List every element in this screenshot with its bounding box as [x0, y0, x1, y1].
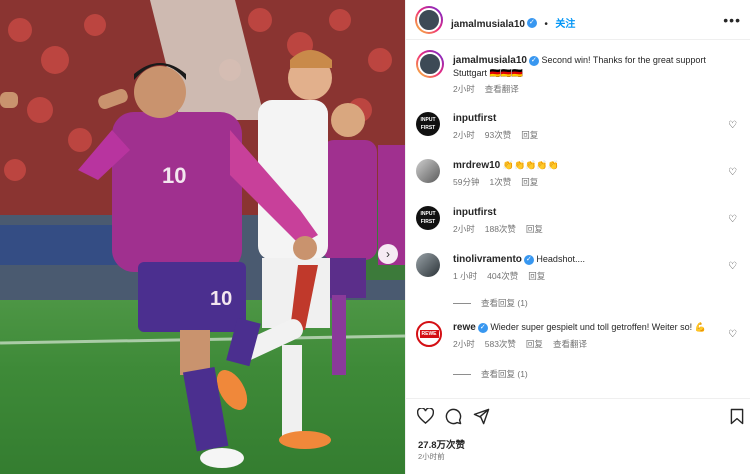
comment-text: 👏👏👏👏👏	[502, 160, 559, 170]
reply-button[interactable]: 回复	[526, 339, 543, 349]
comment-text: Wieder super gespielt und toll getroffen…	[490, 322, 706, 332]
avatar[interactable]	[415, 6, 443, 34]
comment-likes[interactable]: 404次赞	[487, 271, 518, 281]
more-options-icon[interactable]: •••	[723, 12, 741, 28]
svg-text:10: 10	[162, 163, 186, 188]
comment-icon[interactable]	[444, 407, 462, 425]
comment-time[interactable]: 2小时	[453, 130, 475, 140]
separator-dot: •	[544, 19, 548, 30]
bookmark-icon[interactable]	[728, 407, 746, 425]
comment-time[interactable]: 2小时	[453, 224, 475, 234]
caption-time[interactable]: 2小时	[453, 84, 475, 94]
reply-button[interactable]: 回复	[528, 271, 545, 281]
commenter-avatar[interactable]: INPUT FIRST	[416, 206, 440, 230]
comment-likes[interactable]: 1次赞	[489, 177, 511, 187]
view-replies-link[interactable]: 查看回复 (1)	[453, 368, 528, 380]
view-replies-label[interactable]: 查看回复 (1)	[481, 298, 528, 308]
reply-button[interactable]: 回复	[521, 130, 538, 140]
see-translation-link[interactable]: 查看翻译	[553, 339, 587, 349]
comment-username[interactable]: rewe	[453, 322, 476, 333]
post-photo: 10 10 ›	[0, 0, 405, 474]
post-panel: jamalmusiala10 ✓ • 关注 ••• jamalmusiala10 ✓…	[405, 0, 750, 474]
svg-text:10: 10	[210, 288, 232, 310]
view-replies-link[interactable]: 查看回复 (1)	[453, 297, 528, 309]
caption-avatar[interactable]	[416, 50, 444, 78]
comment-text: Headshot....	[536, 254, 585, 264]
rewe-logo: REWE	[419, 330, 439, 338]
heart-icon[interactable]	[416, 407, 434, 425]
verified-icon: ✓	[528, 55, 539, 66]
comment-username[interactable]: inputfirst	[453, 113, 496, 124]
comment-likes[interactable]: 93次赞	[485, 130, 511, 140]
verified-icon: ✓	[477, 322, 488, 333]
comment-username[interactable]: tinolivramento	[453, 254, 522, 265]
view-replies-label[interactable]: 查看回复 (1)	[481, 369, 528, 379]
caption-username[interactable]: jamalmusiala10	[453, 55, 527, 66]
heart-icon[interactable]: ♡	[728, 214, 737, 225]
verified-icon: ✓	[526, 17, 537, 28]
comment-time[interactable]: 59分钟	[453, 177, 479, 187]
comment-time[interactable]: 2小时	[453, 339, 475, 349]
chevron-right-icon[interactable]: ›	[378, 244, 398, 264]
like-count[interactable]: 27.8万次赞	[418, 437, 465, 451]
username[interactable]: jamalmusiala10	[451, 19, 525, 30]
players-illustration: 10 10	[0, 50, 405, 468]
share-icon[interactable]	[472, 407, 490, 425]
comment-username[interactable]: mrdrew10	[453, 160, 500, 171]
action-bar: 27.8万次赞 2小时前	[406, 398, 750, 474]
reply-button[interactable]: 回复	[526, 224, 543, 234]
comment-time[interactable]: 1 小时	[453, 271, 477, 281]
verified-icon: ✓	[523, 254, 534, 265]
heart-icon[interactable]: ♡	[728, 329, 737, 340]
commenter-avatar[interactable]	[416, 253, 440, 277]
comment-username[interactable]: inputfirst	[453, 207, 496, 218]
follow-button[interactable]: 关注	[555, 19, 575, 30]
heart-icon[interactable]: ♡	[728, 120, 737, 131]
post-time[interactable]: 2小时前	[418, 451, 445, 462]
see-translation-link[interactable]: 查看翻译	[485, 84, 519, 94]
commenter-avatar[interactable]: INPUT FIRST	[416, 112, 440, 136]
heart-icon[interactable]: ♡	[728, 261, 737, 272]
reply-button[interactable]: 回复	[521, 177, 538, 187]
replies-divider	[453, 374, 471, 376]
commenter-avatar[interactable]: REWE	[416, 321, 442, 347]
replies-divider	[453, 303, 471, 305]
heart-icon[interactable]: ♡	[728, 167, 737, 178]
commenter-avatar[interactable]	[416, 159, 440, 183]
comment-likes[interactable]: 583次赞	[485, 339, 516, 349]
comment-likes[interactable]: 188次赞	[485, 224, 516, 234]
post-header: jamalmusiala10 ✓ • 关注 •••	[406, 0, 750, 40]
